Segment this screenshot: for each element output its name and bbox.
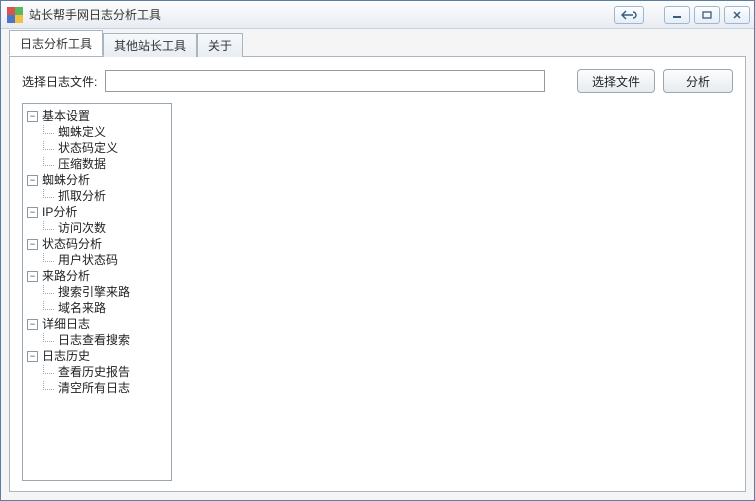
analyze-button[interactable]: 分析	[663, 69, 733, 93]
app-icon	[7, 7, 23, 23]
back-button[interactable]	[614, 6, 644, 24]
tree-leaf[interactable]: 域名来路	[43, 300, 169, 316]
tab-0[interactable]: 日志分析工具	[9, 30, 103, 56]
tabpanel-log-analysis: 选择日志文件: 选择文件 分析 −基本设置蜘蛛定义状态码定义压缩数据−蜘蛛分析抓…	[9, 57, 746, 492]
collapse-icon[interactable]: −	[27, 175, 38, 186]
collapse-icon[interactable]: −	[27, 111, 38, 122]
tree-leaf[interactable]: 蜘蛛定义	[43, 124, 169, 140]
tree-node-label[interactable]: IP分析	[42, 204, 77, 220]
minimize-button[interactable]	[664, 6, 690, 24]
tree-leaf-label[interactable]: 访问次数	[58, 220, 106, 236]
client-area: 日志分析工具其他站长工具关于 选择日志文件: 选择文件 分析 −基本设置蜘蛛定义…	[1, 29, 754, 500]
tree-node: −状态码分析用户状态码	[25, 236, 169, 268]
tree-leaf[interactable]: 状态码定义	[43, 140, 169, 156]
tree-leaf[interactable]: 抓取分析	[43, 188, 169, 204]
tree-node-label[interactable]: 日志历史	[42, 348, 90, 364]
tree-leaf-label[interactable]: 搜索引擎来路	[58, 284, 130, 300]
tree-node-label[interactable]: 来路分析	[42, 268, 90, 284]
maximize-icon	[701, 10, 713, 20]
titlebar[interactable]: 站长帮手网日志分析工具	[1, 1, 754, 29]
app-window: 站长帮手网日志分析工具	[0, 0, 755, 501]
collapse-icon[interactable]: −	[27, 319, 38, 330]
file-row: 选择日志文件: 选择文件 分析	[22, 69, 733, 93]
tree-leaf-label[interactable]: 域名来路	[58, 300, 106, 316]
tab-2[interactable]: 关于	[197, 33, 243, 57]
tree-leaf-label[interactable]: 查看历史报告	[58, 364, 130, 380]
back-icon	[621, 10, 637, 20]
tree-node: −IP分析访问次数	[25, 204, 169, 236]
file-label: 选择日志文件:	[22, 73, 97, 90]
close-icon	[731, 10, 743, 20]
tree-node: −日志历史查看历史报告清空所有日志	[25, 348, 169, 396]
tree-node-row[interactable]: −日志历史	[25, 348, 169, 364]
tab-strip: 日志分析工具其他站长工具关于	[9, 35, 746, 57]
tree-leaf[interactable]: 日志查看搜索	[43, 332, 169, 348]
collapse-icon[interactable]: −	[27, 271, 38, 282]
tree-node-label[interactable]: 蜘蛛分析	[42, 172, 90, 188]
titlebar-buttons	[614, 6, 750, 24]
tree-node: −蜘蛛分析抓取分析	[25, 172, 169, 204]
tab-1[interactable]: 其他站长工具	[103, 33, 197, 57]
tree-node-row[interactable]: −详细日志	[25, 316, 169, 332]
tree-leaf-label[interactable]: 状态码定义	[58, 140, 118, 156]
collapse-icon[interactable]: −	[27, 351, 38, 362]
tree-node-label[interactable]: 详细日志	[42, 316, 90, 332]
tree-node-row[interactable]: −IP分析	[25, 204, 169, 220]
tree-node-row[interactable]: −蜘蛛分析	[25, 172, 169, 188]
window-title: 站长帮手网日志分析工具	[29, 6, 161, 23]
tree-node-row[interactable]: −状态码分析	[25, 236, 169, 252]
tree-leaf-label[interactable]: 压缩数据	[58, 156, 106, 172]
minimize-icon	[671, 10, 683, 20]
tree-leaf[interactable]: 清空所有日志	[43, 380, 169, 396]
tree-node: −详细日志日志查看搜索	[25, 316, 169, 348]
tree-node-row[interactable]: −基本设置	[25, 108, 169, 124]
choose-file-button[interactable]: 选择文件	[577, 69, 655, 93]
tree-leaf[interactable]: 查看历史报告	[43, 364, 169, 380]
collapse-icon[interactable]: −	[27, 207, 38, 218]
tree-leaf[interactable]: 压缩数据	[43, 156, 169, 172]
tree-node-row[interactable]: −来路分析	[25, 268, 169, 284]
maximize-button[interactable]	[694, 6, 720, 24]
tree-node: −来路分析搜索引擎来路域名来路	[25, 268, 169, 316]
tree-leaf[interactable]: 用户状态码	[43, 252, 169, 268]
tree-leaf-label[interactable]: 日志查看搜索	[58, 332, 130, 348]
tree-leaf-label[interactable]: 清空所有日志	[58, 380, 130, 396]
tree-leaf[interactable]: 搜索引擎来路	[43, 284, 169, 300]
close-button[interactable]	[724, 6, 750, 24]
tree-node-label[interactable]: 状态码分析	[42, 236, 102, 252]
tree-leaf-label[interactable]: 抓取分析	[58, 188, 106, 204]
tree-node-label[interactable]: 基本设置	[42, 108, 90, 124]
tree-leaf-label[interactable]: 蜘蛛定义	[58, 124, 106, 140]
tree-leaf[interactable]: 访问次数	[43, 220, 169, 236]
main-row: −基本设置蜘蛛定义状态码定义压缩数据−蜘蛛分析抓取分析−IP分析访问次数−状态码…	[22, 103, 733, 481]
collapse-icon[interactable]: −	[27, 239, 38, 250]
file-path-input[interactable]	[105, 70, 545, 92]
tree-leaf-label[interactable]: 用户状态码	[58, 252, 118, 268]
tree-node: −基本设置蜘蛛定义状态码定义压缩数据	[25, 108, 169, 172]
nav-tree[interactable]: −基本设置蜘蛛定义状态码定义压缩数据−蜘蛛分析抓取分析−IP分析访问次数−状态码…	[22, 103, 172, 481]
